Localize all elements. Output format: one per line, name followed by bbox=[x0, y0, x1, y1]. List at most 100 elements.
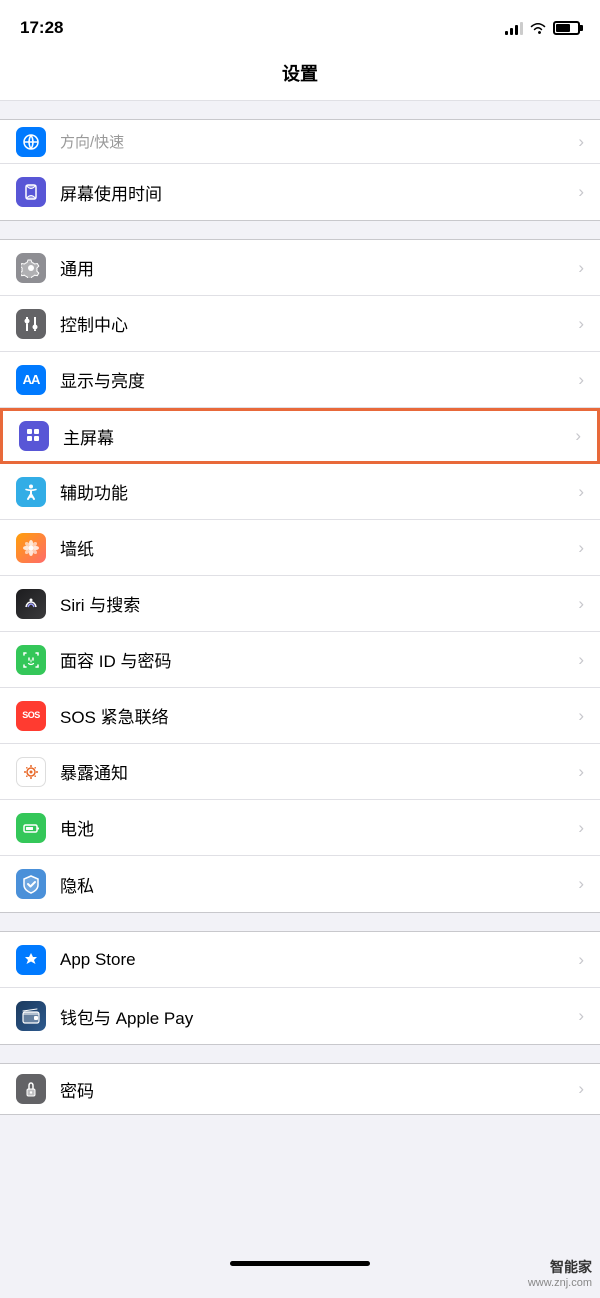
display-chevron: › bbox=[578, 370, 584, 390]
settings-group-3: App Store › 钱包与 Apple Pay › bbox=[0, 931, 600, 1045]
settings-item-password[interactable]: 密码 › bbox=[0, 1064, 600, 1114]
password-symbol bbox=[21, 1079, 41, 1099]
general-chevron: › bbox=[578, 258, 584, 278]
password-label: 密码 bbox=[60, 1077, 570, 1102]
controlcenter-label: 控制中心 bbox=[60, 311, 570, 336]
faceid-symbol bbox=[21, 650, 41, 670]
gear-symbol bbox=[21, 258, 41, 278]
siri-label: Siri 与搜索 bbox=[60, 591, 570, 616]
accessibility-chevron: › bbox=[578, 482, 584, 502]
faceid-chevron: › bbox=[578, 650, 584, 670]
battery-label: 电池 bbox=[60, 815, 570, 840]
sos-label: SOS 紧急联络 bbox=[60, 703, 570, 728]
battery-symbol bbox=[21, 818, 41, 838]
sliders-symbol bbox=[21, 314, 41, 334]
settings-item-homescreen[interactable]: 主屏幕 › bbox=[0, 408, 600, 464]
accessibility-symbol bbox=[21, 482, 41, 502]
fanyi-icon bbox=[16, 127, 46, 157]
siri-chevron: › bbox=[578, 594, 584, 614]
settings-item-appstore[interactable]: App Store › bbox=[0, 932, 600, 988]
homescreen-chevron: › bbox=[575, 426, 581, 446]
settings-group-4: 密码 › bbox=[0, 1063, 600, 1115]
general-label: 通用 bbox=[60, 255, 570, 280]
display-label: 显示与亮度 bbox=[60, 367, 570, 392]
watermark: 智能家 www.znj.com bbox=[528, 1258, 592, 1290]
status-icons bbox=[505, 21, 580, 35]
flower-symbol bbox=[21, 538, 41, 558]
screentime-chevron: › bbox=[578, 182, 584, 202]
exposure-symbol bbox=[21, 762, 41, 782]
wallpaper-label: 墙纸 bbox=[60, 535, 570, 560]
settings-item-accessibility[interactable]: 辅助功能 › bbox=[0, 464, 600, 520]
watermark-brand: 智能家 bbox=[528, 1258, 592, 1276]
privacy-chevron: › bbox=[578, 874, 584, 894]
translate-symbol bbox=[21, 132, 41, 152]
settings-item-faceid[interactable]: 面容 ID 与密码 › bbox=[0, 632, 600, 688]
aa-symbol: AA bbox=[23, 373, 40, 386]
fanyi-label: 方向/快速 bbox=[60, 131, 570, 152]
status-bar: 17:28 bbox=[0, 0, 600, 50]
screentime-icon bbox=[16, 177, 46, 207]
settings-item-screentime[interactable]: 屏幕使用时间 › bbox=[0, 164, 600, 220]
screentime-label: 屏幕使用时间 bbox=[60, 180, 570, 205]
settings-group-2: 通用 › 控制中心 › AA 显示与亮度 › bbox=[0, 239, 600, 913]
password-chevron: › bbox=[578, 1079, 584, 1099]
settings-item-wallpaper[interactable]: 墙纸 › bbox=[0, 520, 600, 576]
exposure-label: 暴露通知 bbox=[60, 759, 570, 784]
sos-chevron: › bbox=[578, 706, 584, 726]
appstore-chevron: › bbox=[578, 950, 584, 970]
wallet-chevron: › bbox=[578, 1006, 584, 1026]
fanyi-chevron: › bbox=[578, 132, 584, 152]
display-icon: AA bbox=[16, 365, 46, 395]
privacy-icon bbox=[16, 869, 46, 899]
controlcenter-icon bbox=[16, 309, 46, 339]
wallpaper-chevron: › bbox=[578, 538, 584, 558]
faceid-label: 面容 ID 与密码 bbox=[60, 647, 570, 672]
accessibility-icon bbox=[16, 477, 46, 507]
exposure-chevron: › bbox=[578, 762, 584, 782]
settings-item-general[interactable]: 通用 › bbox=[0, 240, 600, 296]
settings-item-fanyi[interactable]: 方向/快速 › bbox=[0, 120, 600, 164]
accessibility-label: 辅助功能 bbox=[60, 479, 570, 504]
battery-chevron: › bbox=[578, 818, 584, 838]
wallet-label: 钱包与 Apple Pay bbox=[60, 1004, 570, 1029]
appstore-icon bbox=[16, 945, 46, 975]
battery-icon bbox=[553, 21, 580, 35]
settings-item-wallet[interactable]: 钱包与 Apple Pay › bbox=[0, 988, 600, 1044]
settings-item-display[interactable]: AA 显示与亮度 › bbox=[0, 352, 600, 408]
settings-item-privacy[interactable]: 隐私 › bbox=[0, 856, 600, 912]
privacy-symbol bbox=[21, 874, 41, 894]
status-time: 17:28 bbox=[20, 18, 63, 38]
signal-icon bbox=[505, 21, 523, 35]
settings-item-controlcenter[interactable]: 控制中心 › bbox=[0, 296, 600, 352]
password-icon bbox=[16, 1074, 46, 1104]
settings-item-battery[interactable]: 电池 › bbox=[0, 800, 600, 856]
wallpaper-icon bbox=[16, 533, 46, 563]
privacy-label: 隐私 bbox=[60, 872, 570, 897]
exposure-icon bbox=[16, 757, 46, 787]
page-title-bar: 设置 bbox=[0, 50, 600, 101]
grid-symbol bbox=[24, 426, 44, 446]
siri-symbol bbox=[21, 594, 41, 614]
wifi-icon bbox=[529, 21, 547, 35]
hourglass-symbol bbox=[21, 182, 41, 202]
faceid-icon bbox=[16, 645, 46, 675]
appstore-symbol bbox=[21, 950, 41, 970]
settings-group-1: 方向/快速 › 屏幕使用时间 › bbox=[0, 119, 600, 221]
home-indicator bbox=[230, 1261, 370, 1266]
homescreen-icon bbox=[19, 421, 49, 451]
wallet-symbol bbox=[21, 1006, 41, 1026]
controlcenter-chevron: › bbox=[578, 314, 584, 334]
settings-item-exposure[interactable]: 暴露通知 › bbox=[0, 744, 600, 800]
wallet-icon bbox=[16, 1001, 46, 1031]
sos-icon: SOS bbox=[16, 701, 46, 731]
battery-setting-icon bbox=[16, 813, 46, 843]
sos-symbol: SOS bbox=[22, 711, 40, 720]
homescreen-label: 主屏幕 bbox=[63, 424, 567, 449]
appstore-label: App Store bbox=[60, 950, 570, 970]
watermark-url: www.znj.com bbox=[528, 1276, 592, 1290]
settings-item-sos[interactable]: SOS SOS 紧急联络 › bbox=[0, 688, 600, 744]
page-title: 设置 bbox=[0, 60, 600, 86]
settings-item-siri[interactable]: Siri 与搜索 › bbox=[0, 576, 600, 632]
siri-icon bbox=[16, 589, 46, 619]
